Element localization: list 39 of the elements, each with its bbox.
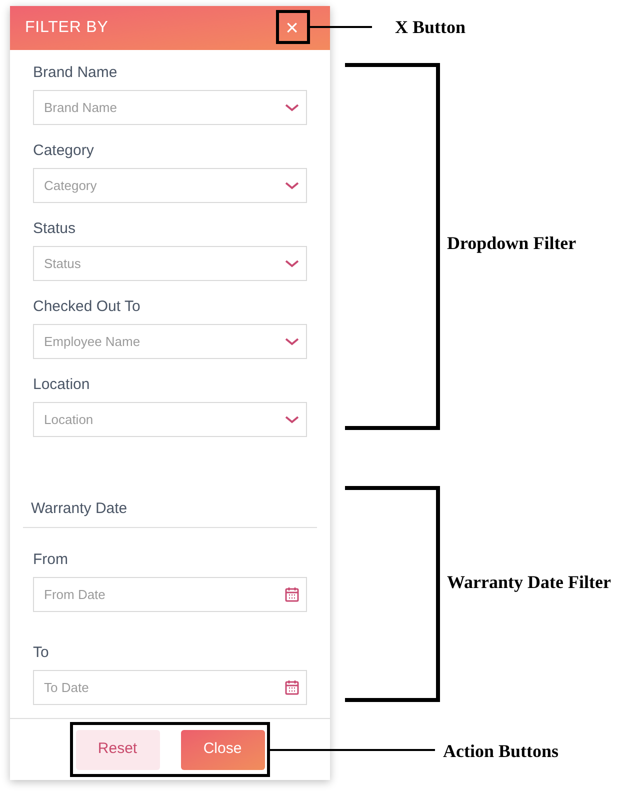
- annotation-label: X Button: [395, 16, 467, 39]
- placeholder-text: Location: [44, 410, 94, 429]
- dropdown-field[interactable]: Brand Name: [33, 90, 307, 125]
- chevron-down-icon: [285, 416, 299, 424]
- date-field[interactable]: To Date: [33, 670, 307, 705]
- chevron-down-icon: [285, 338, 299, 346]
- annotation-label: Action Buttons: [443, 740, 560, 763]
- field-label: From: [33, 550, 69, 570]
- dropdown-field[interactable]: Status: [33, 246, 307, 281]
- field-label: Location: [33, 375, 91, 395]
- section-title: Warranty Date: [30, 499, 128, 519]
- date-field[interactable]: From Date: [33, 577, 307, 612]
- dropdown-field[interactable]: Employee Name: [33, 324, 307, 359]
- close-button[interactable]: ×: [280, 16, 304, 40]
- calendar-icon: [285, 680, 299, 695]
- panel-title: FILTER BY: [25, 18, 108, 38]
- dropdown-field[interactable]: Location: [33, 402, 307, 437]
- chevron-down-icon: [285, 104, 299, 112]
- field-label: To: [33, 643, 50, 663]
- close-button[interactable]: Close: [180, 730, 264, 770]
- placeholder-text: To Date: [44, 678, 89, 697]
- field-label: Checked Out To: [33, 297, 142, 317]
- field-label: Category: [33, 141, 95, 161]
- calendar-icon: [285, 587, 299, 602]
- callout-frame: [276, 10, 310, 44]
- placeholder-text: Status: [44, 254, 81, 273]
- dropdown-field[interactable]: Category: [33, 168, 307, 203]
- placeholder-text: From Date: [44, 586, 106, 604]
- field-label: Brand Name: [33, 63, 118, 83]
- placeholder-text: Brand Name: [44, 98, 117, 117]
- annotation-label: Warranty Date Filter: [447, 571, 612, 594]
- chevron-down-icon: [285, 182, 299, 190]
- placeholder-text: Category: [44, 176, 97, 195]
- reset-button[interactable]: Reset: [76, 730, 160, 770]
- placeholder-text: Employee Name: [44, 332, 140, 351]
- field-label: Status: [33, 219, 77, 239]
- annotation-label: Dropdown Filter: [447, 232, 578, 255]
- leader-line: [310, 26, 372, 28]
- chevron-down-icon: [285, 260, 299, 268]
